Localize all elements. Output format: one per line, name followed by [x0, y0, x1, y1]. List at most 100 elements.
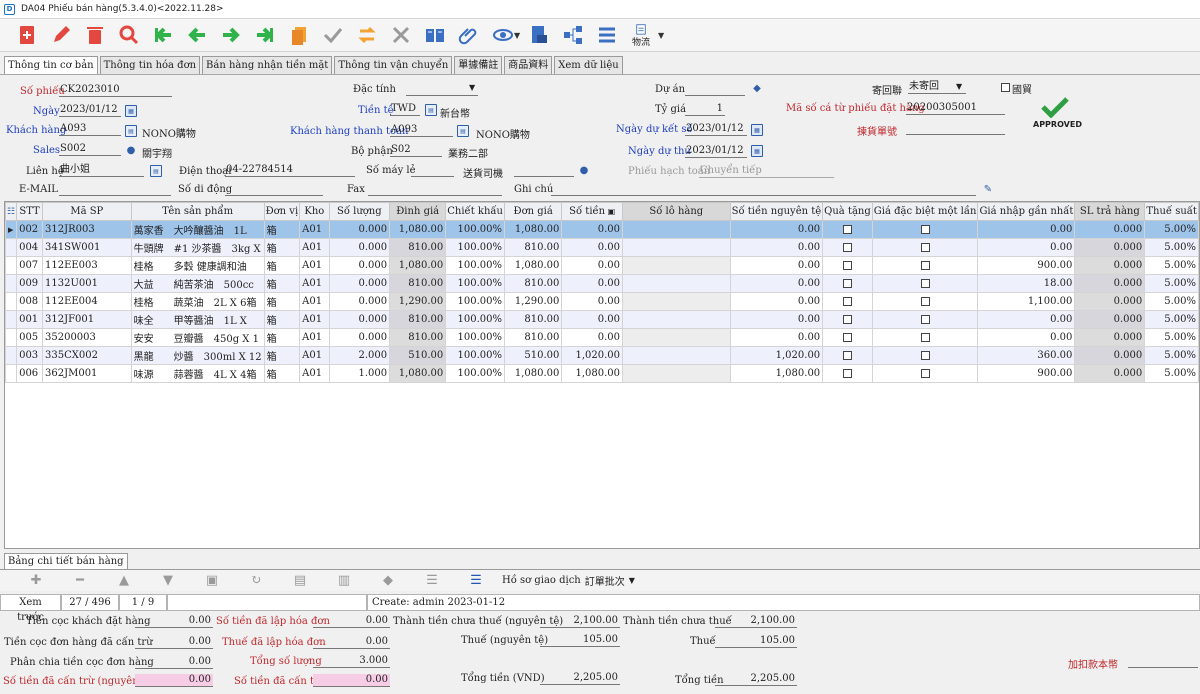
table-row[interactable]: 004 341SW001 牛頭牌 #1 沙茶醬 3kg X 箱 A01 0.000 810.…	[5, 238, 1199, 257]
table-row[interactable]: ▶ 002 312JR003 萬家香 大吟釀醬油 1L 箱 A01 0.000 1,080.0…	[5, 220, 1199, 239]
row-indicator[interactable]	[5, 292, 18, 311]
ty-gia-field[interactable]: 1	[685, 103, 725, 116]
table-cell[interactable]: 0.00	[729, 274, 824, 293]
table-cell[interactable]: 0.00	[561, 256, 623, 275]
row-indicator[interactable]	[5, 346, 18, 365]
table-cell[interactable]: 0.00	[729, 238, 824, 257]
table-cell[interactable]: 桂格 多穀 健康調和油	[130, 256, 265, 275]
table-cell[interactable]: A01	[299, 328, 330, 347]
table-cell[interactable]: 箱	[263, 346, 301, 365]
table-checkbox[interactable]	[920, 297, 930, 306]
du-an-field[interactable]	[685, 83, 745, 96]
table-cell[interactable]: 箱	[263, 238, 301, 257]
table-cell[interactable]: 1,080.00	[389, 220, 447, 239]
table-cell[interactable]: 0.00	[561, 310, 623, 329]
table-cell[interactable]	[822, 310, 873, 329]
table-cell[interactable]	[871, 274, 979, 293]
save-icon[interactable]: ▤	[278, 573, 322, 588]
column-header[interactable]: Số lô hàng	[622, 202, 731, 221]
row-indicator[interactable]	[5, 364, 18, 383]
thanh-tien-chua-thue-field[interactable]: 2,100.00	[715, 615, 797, 628]
so-tien-lap-hd-field[interactable]: 0.00	[313, 615, 390, 628]
sort-icon[interactable]: ▣	[605, 207, 616, 216]
column-header[interactable]: Đơn giá	[503, 202, 563, 221]
table-cell[interactable]: 810.00	[389, 274, 447, 293]
table-cell[interactable]: 箱	[263, 328, 301, 347]
edit-button[interactable]	[44, 20, 78, 50]
ngay-field[interactable]: 2023/01/12	[59, 104, 121, 117]
table-cell[interactable]: 003	[16, 346, 43, 365]
table-cell[interactable]: 5.00%	[1144, 292, 1199, 311]
table-checkbox[interactable]	[920, 261, 930, 270]
table-cell[interactable]	[622, 256, 731, 275]
table-cell[interactable]: 1132U001	[42, 274, 132, 293]
list-icon[interactable]: ☰	[410, 573, 454, 588]
table-cell[interactable]: 335CX002	[42, 346, 132, 365]
dien-thoai-field[interactable]: 04-22784514	[225, 164, 355, 177]
dac-tinh-select[interactable]	[406, 83, 478, 96]
table-cell[interactable]	[622, 292, 731, 311]
table-cell[interactable]: 006	[16, 364, 43, 383]
table-cell[interactable]: 1,020.00	[561, 346, 623, 365]
table-cell[interactable]: 大益 純苦茶油 500cc	[130, 274, 265, 293]
table-cell[interactable]: 0.00	[729, 292, 824, 311]
calendar-icon-2[interactable]: ▦	[751, 124, 763, 136]
table-checkbox[interactable]	[920, 243, 930, 252]
next-record-button[interactable]	[214, 20, 248, 50]
table-cell[interactable]: A01	[299, 220, 330, 239]
table-cell[interactable]: 5.00%	[1144, 274, 1199, 293]
table-cell[interactable]: 008	[16, 292, 43, 311]
confirm-button[interactable]	[316, 20, 350, 50]
refresh-icon[interactable]: ↻	[234, 573, 278, 588]
table-cell[interactable]	[622, 220, 731, 239]
fax-field[interactable]	[368, 183, 502, 196]
table-cell[interactable]: A01	[299, 310, 330, 329]
copy-button[interactable]	[282, 20, 316, 50]
table-cell[interactable]: 0.000	[1074, 238, 1146, 257]
table-cell[interactable]: 002	[16, 220, 43, 239]
table-checkbox[interactable]	[920, 351, 930, 360]
table-cell[interactable]	[822, 346, 873, 365]
table-cell[interactable]: 0.00	[561, 238, 623, 257]
column-header[interactable]: Kho	[299, 202, 330, 221]
table-cell[interactable]: 1,290.00	[389, 292, 447, 311]
table-cell[interactable]: 箱	[263, 364, 301, 383]
table-checkbox[interactable]	[920, 279, 930, 288]
table-cell[interactable]: 5.00%	[1144, 328, 1199, 347]
dac-tinh-dropdown-icon[interactable]: ▼	[469, 83, 475, 92]
table-cell[interactable]	[871, 292, 979, 311]
column-header[interactable]: Thuế suất	[1144, 202, 1199, 221]
table-checkbox[interactable]	[842, 225, 852, 234]
table-cell[interactable]: 112EE003	[42, 256, 132, 275]
add-row-icon[interactable]: ✚	[14, 573, 58, 588]
table-cell[interactable]: 0.00	[729, 220, 824, 239]
table-cell[interactable]: 0.000	[1074, 346, 1146, 365]
table-cell[interactable]: 35200003	[42, 328, 132, 347]
table-cell[interactable]: 桂格 蔬菜油 2L X 6箱	[130, 292, 265, 311]
table-cell[interactable]: 味源 蒜蓉醬 4L X 4箱	[130, 364, 265, 383]
table-cell[interactable]: 箱	[263, 220, 301, 239]
so-tien-can-tru-field[interactable]: 0.00	[313, 674, 390, 687]
row-indicator[interactable]	[5, 256, 18, 275]
driver-user-icon[interactable]: ●	[578, 164, 590, 176]
table-cell[interactable]: 100.00%	[445, 256, 505, 275]
so-tien-can-tru-nt-field[interactable]: 0.00	[135, 674, 213, 687]
table-cell[interactable]: 0.00	[977, 310, 1076, 329]
table-cell[interactable]: 1,080.00	[729, 364, 824, 383]
ma-so-ca-tu-field[interactable]: 20200305001	[906, 102, 1005, 115]
table-cell[interactable]: 0.000	[1074, 256, 1146, 275]
table-cell[interactable]: 0.00	[561, 220, 623, 239]
table-cell[interactable]: 100.00%	[445, 238, 505, 257]
view-dropdown-icon[interactable]: ▼	[514, 31, 522, 40]
project-tag-icon[interactable]: ◆	[751, 82, 763, 94]
table-cell[interactable]	[822, 256, 873, 275]
table-cell[interactable]: 0.000	[1074, 220, 1146, 239]
table-cell[interactable]: 1,080.00	[389, 364, 447, 383]
table-cell[interactable]: 味全 甲等醬油 1L X	[130, 310, 265, 329]
tai-xe-field[interactable]	[514, 164, 574, 177]
grid-menu-icon[interactable]: ☷	[7, 207, 15, 217]
table-cell[interactable]: A01	[299, 274, 330, 293]
column-header[interactable]: Quà tặng	[822, 202, 873, 221]
column-header[interactable]: Số tiền nguyên tệ	[729, 202, 824, 221]
table-cell[interactable]: 100.00%	[445, 328, 505, 347]
